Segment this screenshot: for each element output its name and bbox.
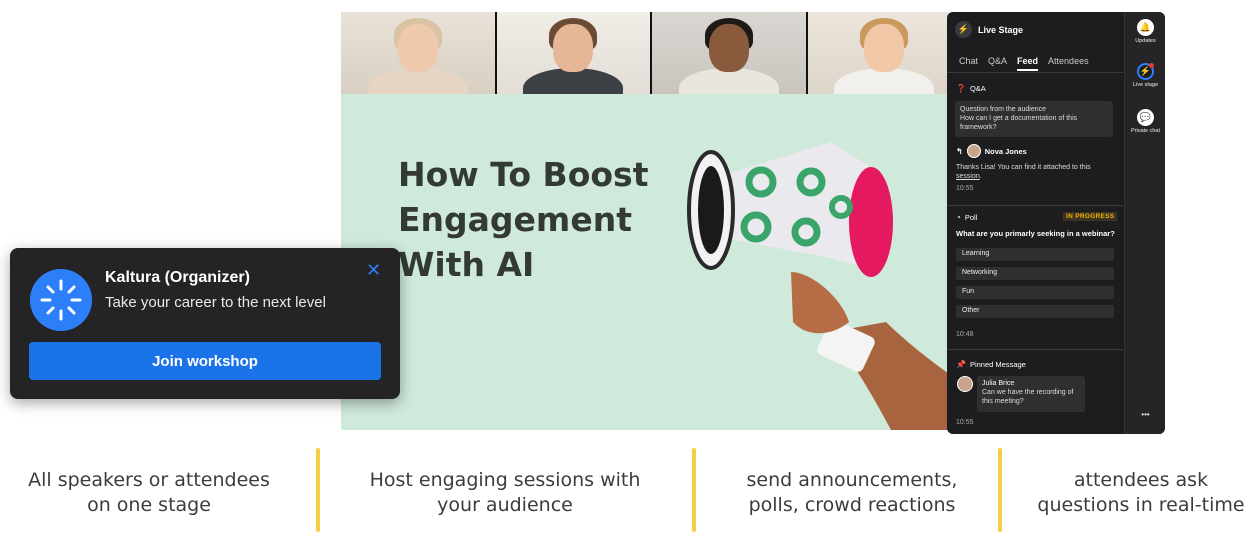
poll-section-header: ◔ Poll [956,213,977,222]
participant-face [864,24,905,72]
lightning-icon: ⚡ [955,21,972,38]
panel-main: ⚡ Live Stage Chat Q&A Feed Attendees ❓ Q… [947,12,1123,434]
poll-option[interactable]: Networking [956,267,1114,280]
feature-caption: attendees ask questions in real-time [1024,468,1258,518]
timestamp: 10:55 [956,419,974,426]
qa-responder-row: ↰ Nova Jones [956,144,1027,158]
notification-message: Take your career to the next level [105,294,326,311]
caption-line: send announcements, [746,469,958,491]
rail-label: Live stage [1132,82,1159,88]
participant-video-tile[interactable] [496,12,650,94]
lightning-icon: ⚡ [1137,63,1154,80]
caption-line: questions in real-time [1037,494,1245,516]
bell-icon: 🔔 [1137,19,1154,36]
caption-line: Host engaging sessions with [369,469,641,491]
caption-line: All speakers or attendees [28,469,270,491]
participant-face [708,24,749,72]
question-icon: ❓ [956,84,966,93]
participant-video-tile[interactable] [652,12,806,94]
divider [947,205,1123,206]
tab-chat[interactable]: Chat [959,56,978,71]
question-text: framework? [960,124,997,131]
rail-label: Private chat [1130,128,1161,134]
responder-name: Nova Jones [984,146,1027,156]
status-badge: IN PROGRESS [1063,212,1118,221]
notification-dot [1149,63,1154,68]
divider [947,349,1123,350]
timestamp: 10:48 [956,331,974,338]
rail-updates[interactable]: 🔔 Updates [1125,19,1165,44]
poll-question: What are you primarly seeking in a webin… [956,229,1115,238]
answer-text: Thanks Lisa! You can find it attached to… [956,164,1091,171]
pinned-message-card: Julia Brice Can we have the recording of… [977,376,1085,412]
panel-header: ⚡ Live Stage [955,21,1023,38]
caption-line: polls, crowd reactions [748,494,956,516]
participant-video-tile[interactable] [341,12,495,94]
panel-title: Live Stage [978,24,1024,35]
notification-title: Kaltura (Organizer) [105,269,250,286]
rail-live-stage[interactable]: ⚡ Live stage [1125,63,1165,88]
chat-bubble-icon: 💬 [1137,109,1154,126]
pinned-author: Julia Brice [982,380,1015,387]
caption-line: on one stage [87,494,211,516]
answer-text: . [979,173,982,180]
qa-answer: Thanks Lisa! You can find it attached to… [956,163,1116,193]
close-icon[interactable]: ✕ [366,260,381,281]
caption-line: attendees ask [1073,469,1209,491]
megaphone-illustration [687,142,961,430]
tab-attendees[interactable]: Attendees [1048,56,1089,71]
tab-qa[interactable]: Q&A [988,56,1007,71]
participant-video-tile[interactable] [807,12,961,94]
live-stage-area: How To Boost Engagement With AI [341,12,961,430]
presentation-title: How To Boost Engagement With AI [398,152,698,287]
qa-section-header: ❓ Q&A [956,84,986,93]
live-stage-panel: ⚡ Live Stage Chat Q&A Feed Attendees ❓ Q… [947,12,1165,434]
feature-caption: Host engaging sessions with your audienc… [340,468,670,518]
panel-tabs: Chat Q&A Feed Attendees [959,56,1089,71]
feature-caption: send announcements, polls, crowd reactio… [712,468,992,518]
poll-option[interactable]: Fun [956,286,1114,299]
rail-label: Updates [1135,38,1156,44]
avatar [966,144,981,158]
presentation-title-line: Engagement [398,200,632,239]
presentation-title-line: How To Boost [398,155,649,194]
rail-private-chat[interactable]: 💬 Private chat [1125,109,1165,134]
avatar [957,376,973,392]
pinned-text: Can we have the recording of [982,389,1074,396]
answer-text-row: session. [956,172,1116,181]
reply-arrow-icon: ↰ [956,146,963,156]
participant-face [553,24,594,72]
audience-question-card: Question from the audience How can I get… [955,101,1113,137]
feature-caption: All speakers or attendees on one stage [10,468,288,518]
poll-option[interactable]: Other [956,305,1114,318]
pinned-section-header: 📌 Pinned Message [956,360,1026,369]
kaltura-logo-icon [30,269,92,331]
poll-option[interactable]: Learning [956,248,1114,261]
pin-icon: 📌 [956,360,966,369]
session-link[interactable]: session [956,173,980,180]
pie-chart-icon: ◔ [956,213,961,222]
question-text: How can I get a documentation of this [960,115,1078,122]
timestamp: 10:55 [956,185,974,192]
pinned-section-label: Pinned Message [969,360,1026,369]
video-participants-row [341,12,961,94]
divider [998,448,1002,532]
divider [316,448,320,532]
join-workshop-button[interactable]: Join workshop [29,342,381,380]
qa-section-label: Q&A [969,84,986,93]
divider [947,72,1123,73]
organizer-notification: Kaltura (Organizer) Take your career to … [10,248,400,399]
question-text: Question from the audience [960,106,1046,113]
tab-feed[interactable]: Feed [1017,56,1039,71]
presentation-title-line: With AI [398,245,535,284]
caption-line: your audience [437,494,573,516]
participant-face [397,24,438,72]
poll-section-label: Poll [964,213,978,222]
pinned-text: this meeting? [982,398,1024,405]
divider [692,448,696,532]
more-options-icon[interactable]: ••• [1125,410,1165,419]
panel-side-rail: 🔔 Updates ⚡ Live stage 💬 Private chat ••… [1124,12,1165,434]
